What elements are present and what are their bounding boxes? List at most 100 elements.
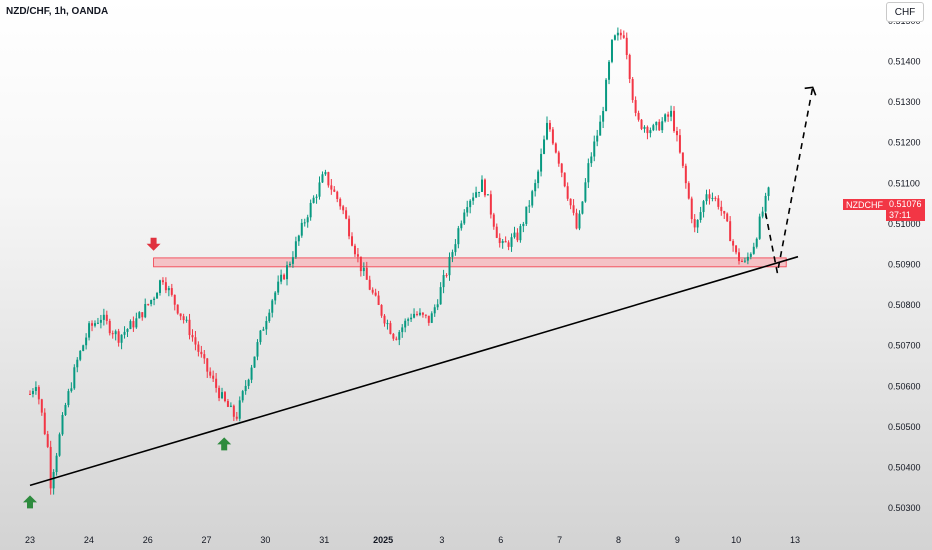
candle-body: [206, 358, 209, 372]
candle-body: [79, 350, 82, 360]
candle-body: [185, 319, 188, 321]
candle-body: [300, 222, 303, 236]
candle-body: [167, 288, 170, 291]
candle-body: [37, 387, 40, 400]
candle-body: [537, 171, 540, 184]
candle-body: [55, 455, 58, 473]
candle-body: [531, 191, 534, 206]
candle-body: [49, 446, 52, 489]
candle-body: [147, 304, 150, 306]
candle-body: [250, 367, 253, 380]
candle-body: [271, 300, 274, 313]
candle-body: [297, 235, 300, 242]
candle-body: [466, 207, 469, 213]
x-tick-label: 27: [202, 535, 212, 545]
candle-body: [368, 279, 371, 290]
candle-body: [448, 256, 451, 276]
x-tick-label: 8: [616, 535, 621, 545]
candle-body: [173, 294, 176, 305]
candle-body: [330, 185, 333, 190]
candle-body: [767, 187, 770, 196]
candle-body: [469, 200, 472, 208]
candle-body: [427, 315, 430, 323]
candle-body: [664, 114, 667, 122]
candle-body: [82, 345, 85, 351]
arrow-up-icon: [217, 437, 232, 451]
candle-body: [333, 189, 336, 192]
candle-body: [764, 195, 767, 212]
candle-body: [229, 405, 232, 407]
x-tick-label: 10: [731, 535, 741, 545]
candle-body: [91, 323, 94, 326]
candle-body: [696, 219, 699, 228]
y-tick-label: 0.50400: [888, 463, 921, 473]
candle-body: [218, 387, 221, 399]
candle-body: [625, 37, 628, 56]
x-tick-label: 6: [498, 535, 503, 545]
candle-body: [209, 371, 212, 376]
candle-body: [454, 244, 457, 253]
candle-body: [755, 238, 758, 247]
candle-body: [602, 111, 605, 122]
candle-body: [486, 194, 489, 196]
candle-body: [58, 434, 61, 456]
candle-body: [356, 254, 359, 257]
candle-body: [34, 387, 37, 391]
candle-body: [114, 331, 117, 335]
candle-body: [232, 405, 235, 417]
candle-body: [31, 390, 34, 395]
candle-body: [628, 55, 631, 80]
candle-body: [678, 135, 681, 153]
candle-body: [684, 165, 687, 184]
candle-body: [667, 114, 670, 117]
candle-body: [52, 472, 55, 489]
price-chart[interactable]: 0.515000.514000.513000.512000.511000.510…: [0, 0, 932, 550]
candle-body: [241, 391, 244, 401]
arrow-up-icon: [23, 495, 37, 509]
candle-body: [138, 312, 141, 319]
candle-body: [749, 253, 752, 257]
support-zone-rect: [153, 257, 787, 268]
candle-body: [64, 405, 67, 415]
candle-body: [342, 206, 345, 211]
candle-body: [670, 110, 673, 117]
candle-body: [407, 319, 410, 321]
candle-body: [46, 434, 49, 447]
candle-body: [430, 313, 433, 323]
candle-body: [673, 110, 676, 132]
support-zone: [153, 257, 787, 268]
candle-body: [457, 228, 460, 245]
candle-body: [99, 319, 102, 323]
candle-body: [253, 356, 256, 368]
candle-body: [43, 412, 46, 435]
candle-body: [590, 156, 593, 164]
candle-body: [717, 198, 720, 207]
candle-body: [557, 152, 560, 164]
candle-body: [480, 179, 483, 192]
candle-body: [622, 35, 625, 38]
price-tag-symbol: NZDCHF: [843, 199, 886, 210]
candle-body: [161, 280, 164, 283]
candle-body: [156, 292, 159, 299]
price-tag-countdown: 37:11: [889, 210, 911, 220]
candle-body: [587, 163, 590, 183]
candle-body: [483, 179, 486, 196]
candle-body: [197, 344, 200, 352]
arrow-down-icon: [146, 237, 161, 251]
candle-body: [489, 194, 492, 215]
candle-body: [451, 252, 454, 257]
candle-body: [478, 191, 481, 193]
candle-body: [543, 139, 546, 154]
candle-body: [256, 342, 259, 357]
candle-body: [433, 307, 436, 314]
y-tick-label: 0.50600: [888, 381, 921, 391]
currency-button[interactable]: CHF: [886, 2, 924, 22]
candle-body: [158, 280, 161, 293]
candle-body: [176, 304, 179, 314]
candle-body: [348, 218, 351, 237]
candle-body: [702, 201, 705, 213]
candle-body: [519, 226, 522, 241]
candle-body: [93, 323, 96, 326]
candle-body: [416, 313, 419, 315]
candle-body: [687, 183, 690, 199]
